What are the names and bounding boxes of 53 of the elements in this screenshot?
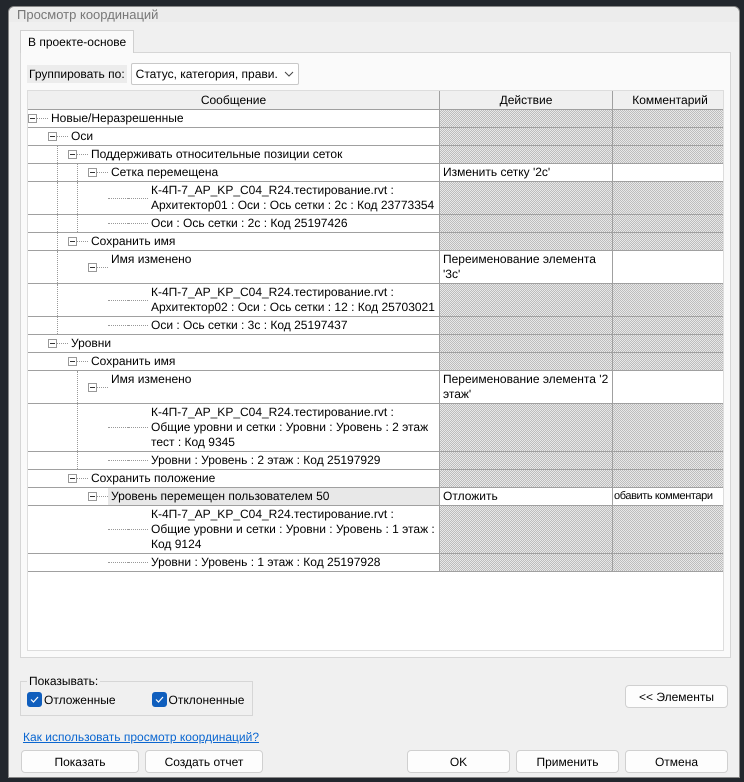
show-legend: Показывать:: [27, 674, 100, 688]
chevron-down-icon: [284, 71, 294, 77]
tree-item[interactable]: Сетка перемещена: [108, 164, 439, 181]
tab[interactable]: В проекте-основе: [20, 30, 134, 53]
collapse-icon[interactable]: [68, 237, 77, 246]
dialog-button[interactable]: OK: [407, 750, 510, 773]
collapse-icon[interactable]: [68, 474, 77, 483]
tree-item[interactable]: К-4П-7_AP_KP_C04_R24.тестирование.rvt : Общие уровни и сетки : Уровни : Уровень : 2 этаж тест : Код 9345: [148, 404, 439, 451]
help-link[interactable]: Как использовать просмотр координаций?: [23, 730, 259, 744]
group-by-dropdown[interactable]: Статус, категория, прави.: [130, 63, 299, 85]
dialog-button[interactable]: Отмена: [625, 750, 728, 773]
checkbox-label: Отложенные: [44, 692, 116, 706]
tree-item[interactable]: Имя изменено: [108, 371, 439, 403]
collapse-icon[interactable]: [48, 132, 57, 141]
window-title: Просмотр координаций: [17, 7, 158, 22]
tree-item[interactable]: Уровни : Уровень : 1 этаж : Код 25197928: [148, 554, 439, 571]
elements-button[interactable]: << Элементы: [625, 685, 728, 708]
tree-item[interactable]: Сохранить положение: [88, 470, 439, 487]
column-header[interactable]: Действие: [440, 91, 613, 110]
collapse-icon[interactable]: [88, 382, 97, 392]
collapse-icon[interactable]: [88, 492, 97, 501]
collapse-icon[interactable]: [88, 168, 97, 177]
tree-item[interactable]: Поддерживать относительные позиции сеток: [88, 146, 439, 163]
column-header[interactable]: Комментарий: [613, 91, 723, 110]
tree-item[interactable]: Сохранить имя: [88, 233, 439, 250]
action-button[interactable]: Показать: [21, 750, 139, 773]
checkbox[interactable]: [152, 692, 166, 707]
group-by-label: Группировать по:: [27, 65, 127, 83]
tree-item[interactable]: Уровень перемещен пользователем 50: [108, 488, 439, 505]
checkbox[interactable]: [27, 692, 42, 707]
column-header[interactable]: Сообщение: [28, 91, 440, 110]
collapse-icon[interactable]: [68, 150, 77, 159]
collapse-icon[interactable]: [28, 114, 37, 123]
collapse-icon[interactable]: [48, 339, 57, 348]
collapse-icon[interactable]: [68, 357, 77, 366]
tree-item[interactable]: Имя изменено: [108, 251, 439, 283]
tree-item[interactable]: К-4П-7_AP_KP_C04_R24.тестирование.rvt : Общие уровни и сетки : Уровни : Уровень : 1 этаж : Код 9124: [148, 506, 439, 553]
collapse-icon[interactable]: [88, 262, 97, 272]
tree-item[interactable]: Новые/Неразрешенные: [48, 110, 439, 127]
tree-item[interactable]: Оси : Ось сетки : 2c : Код 25197426: [148, 215, 439, 232]
dialog-button[interactable]: Применить: [516, 750, 619, 773]
tree-item[interactable]: К-4П-7_AP_KP_C04_R24.тестирование.rvt : Архитектор02 : Оси : Ось сетки : 12 : Код 25703021: [148, 284, 439, 316]
action-cell[interactable]: Переименование элемента '2 этаж': [440, 371, 613, 403]
tree-item[interactable]: Сохранить имя: [88, 353, 439, 370]
action-button[interactable]: Создать отчет: [145, 750, 263, 773]
tree-item[interactable]: Оси: [68, 128, 439, 145]
checkmark-icon: [30, 696, 39, 703]
tree-item[interactable]: К-4П-7_AP_KP_C04_R24.тестирование.rvt : Архитектор01 : Оси : Ось сетки : 2c : Код 23773354: [148, 182, 439, 214]
checkmark-icon: [154, 696, 164, 703]
tree-item[interactable]: Уровни : Уровень : 2 этаж : Код 25197929: [148, 452, 439, 469]
tree-item[interactable]: Оси : Ось сетки : 3c : Код 25197437: [148, 317, 439, 334]
checkbox-label: Отклоненные: [168, 692, 244, 706]
tree-item[interactable]: Уровни: [68, 335, 439, 352]
